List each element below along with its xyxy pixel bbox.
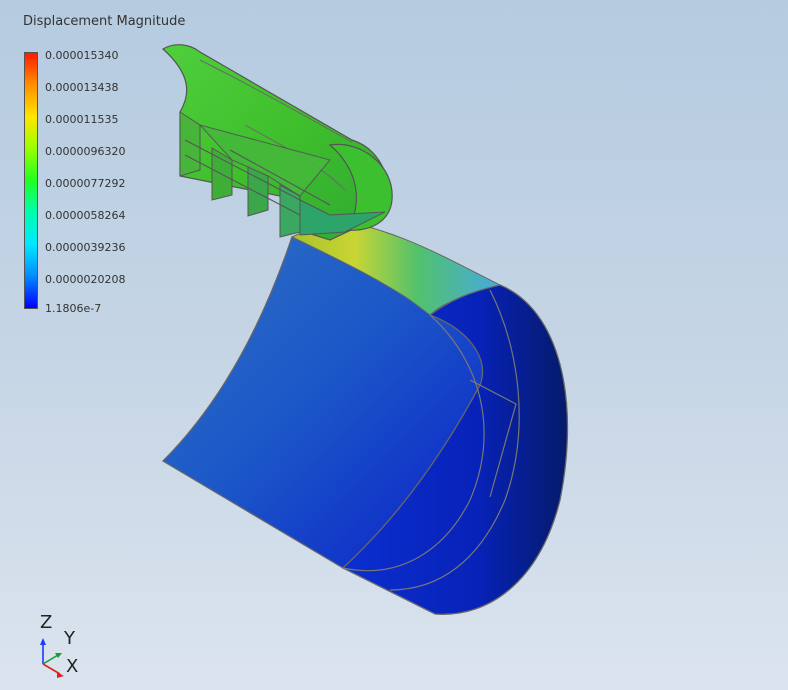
axis-label-z: Z	[40, 612, 53, 633]
axis-label-x: X	[66, 656, 79, 677]
axis-triad[interactable]: Z Y X	[34, 612, 94, 684]
axis-label-y: Y	[64, 628, 75, 649]
model-viewport[interactable]	[0, 0, 788, 690]
